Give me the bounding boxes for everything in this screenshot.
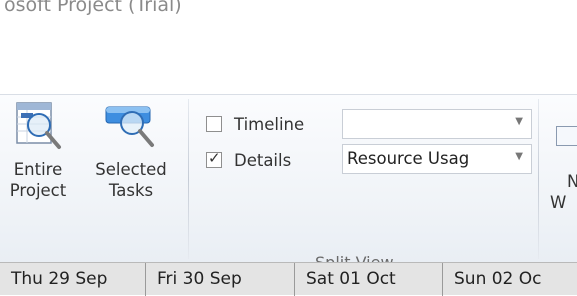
- details-view-dropdown[interactable]: Resource Usag ▼: [342, 144, 532, 174]
- group-separator: [188, 99, 189, 259]
- chevron-down-icon: ▼: [515, 151, 523, 162]
- timescale-day: Fri 30 Sep: [146, 263, 295, 296]
- new-window-icon[interactable]: [556, 126, 577, 146]
- entire-project-button[interactable]: Entire Project: [0, 97, 76, 201]
- checkmark-icon: ✓: [208, 149, 221, 167]
- timeline-checkbox[interactable]: [206, 116, 222, 132]
- timeline-label: Timeline: [234, 114, 305, 134]
- chevron-down-icon: ▼: [515, 116, 523, 127]
- timeline-checkbox-row[interactable]: Timeline: [206, 109, 304, 139]
- entire-project-label-1: Entire: [13, 160, 63, 179]
- selected-tasks-button[interactable]: Selected Tasks: [86, 97, 176, 201]
- entire-project-label-2: Project: [9, 181, 67, 200]
- details-checkbox-row[interactable]: ✓ Details: [206, 145, 291, 175]
- timescale-day: Sun 02 Oc: [454, 269, 542, 289]
- entire-project-zoom-icon: [9, 97, 67, 155]
- details-dropdown-value: Resource Usag: [347, 149, 470, 168]
- timescale-day: Sat 01 Oct: [295, 263, 443, 296]
- selected-tasks-label-1: Selected: [95, 160, 167, 179]
- details-checkbox[interactable]: ✓: [206, 149, 222, 168]
- timescale-day: Thu 29 Sep: [0, 263, 146, 296]
- window-title: osoft Project (Trial): [4, 0, 182, 16]
- partial-button-label-2: W: [550, 193, 567, 212]
- ribbon-view-tab: Entire Project Selected Tasks Timeline ▼…: [0, 94, 577, 272]
- group-separator: [538, 99, 539, 259]
- title-bar: osoft Project (Trial): [0, 0, 577, 94]
- timeline-view-dropdown[interactable]: ▼: [342, 109, 532, 139]
- timescale-header: Thu 29 Sep Fri 30 Sep Sat 01 Oct Sun 02 …: [0, 262, 577, 296]
- details-label: Details: [234, 150, 292, 170]
- partial-button-label-1: N: [567, 172, 577, 191]
- selected-tasks-label-2: Tasks: [108, 181, 154, 200]
- selected-tasks-zoom-icon: [102, 97, 160, 155]
